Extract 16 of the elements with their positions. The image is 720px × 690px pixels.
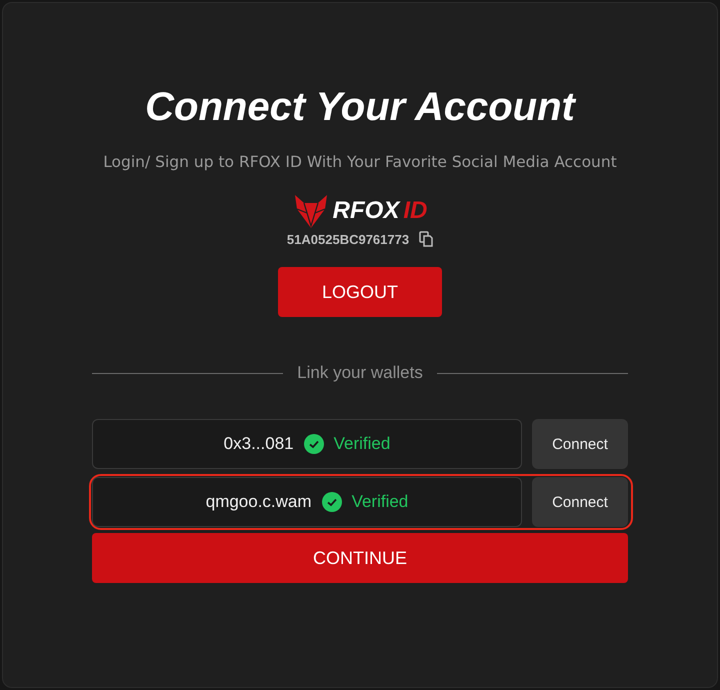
fox-logo-icon	[292, 193, 329, 229]
connect-button[interactable]: Connect	[532, 419, 628, 469]
logout-button[interactable]: LOGOUT	[278, 267, 442, 317]
wallet-status: Verified	[352, 492, 408, 512]
continue-button[interactable]: CONTINUE	[92, 533, 628, 583]
logo-suffix: ID	[403, 197, 428, 225]
wallet-status: Verified	[334, 434, 390, 454]
subtitle: Login/ Sign up to RFOX ID With Your Favorite Social Media Account	[103, 153, 617, 171]
divider-label: Link your wallets	[297, 363, 423, 383]
page-title: Connect Your Account	[145, 84, 575, 131]
wallet-address: qmgoo.c.wam	[206, 492, 312, 512]
copy-icon[interactable]	[419, 231, 434, 247]
logo-text: RFOX	[332, 197, 400, 225]
connect-button[interactable]: Connect	[532, 477, 628, 527]
account-id: 51A0525BC9761773	[286, 232, 410, 246]
wallet-address: 0x3...081	[224, 434, 294, 454]
